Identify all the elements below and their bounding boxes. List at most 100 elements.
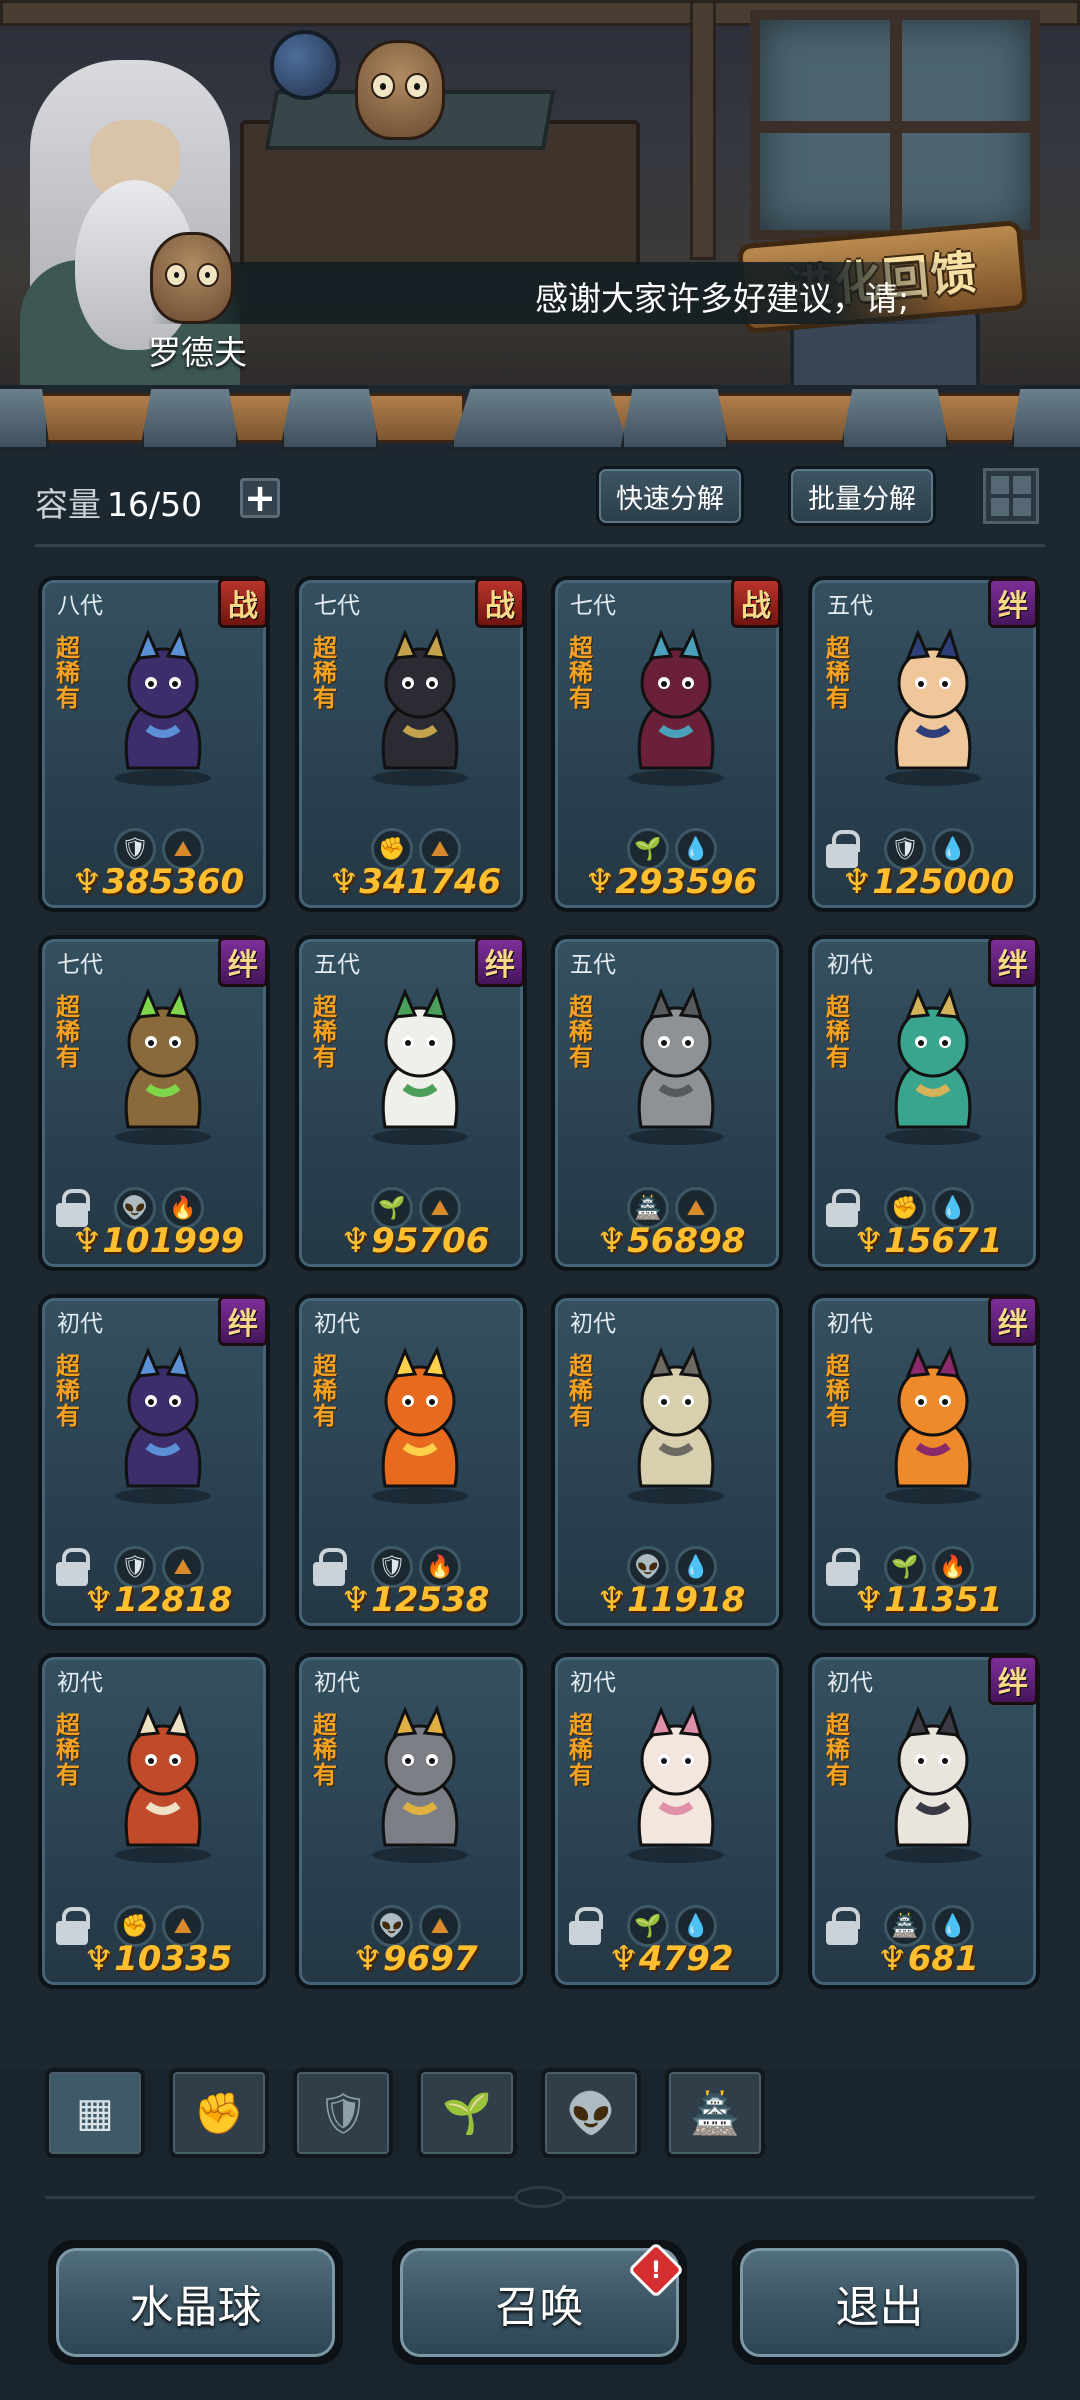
- quick-decompose-button[interactable]: 快速分解: [596, 466, 744, 526]
- generation-label: 初代: [570, 1311, 616, 1337]
- creature-card[interactable]: 五代 超稀有绊 🛡 💧 ♆125000: [808, 576, 1040, 912]
- wall-beam: [690, 0, 716, 260]
- generation-label: 初代: [827, 1311, 873, 1337]
- shield-filter-tab[interactable]: 🛡: [293, 2068, 393, 2158]
- rarity-label: 超稀有: [826, 1352, 850, 1430]
- generation-label: 五代: [827, 593, 873, 619]
- generation-label: 初代: [314, 1311, 360, 1337]
- creature-portrait: [115, 1346, 211, 1504]
- power-value: ♆11351: [853, 1580, 1003, 1620]
- alien-icon: 👽: [566, 2090, 616, 2137]
- creature-portrait: [628, 1346, 724, 1504]
- bond-badge: 绊: [988, 578, 1038, 628]
- creature-portrait: [372, 628, 468, 786]
- rarity-label: 超稀有: [313, 993, 337, 1071]
- plus-icon: +: [244, 476, 276, 520]
- rarity-label: 超稀有: [56, 634, 80, 712]
- creature-card[interactable]: 初代 超稀有绊 🏯 💧 ♆681: [808, 1653, 1040, 1989]
- bond-badge: 绊: [988, 1655, 1038, 1705]
- bond-badge: 绊: [988, 937, 1038, 987]
- creature-portrait: [372, 987, 468, 1145]
- tower-filter-tab[interactable]: 🏯: [665, 2068, 765, 2158]
- generation-label: 七代: [570, 593, 616, 619]
- exit-label: 退出: [835, 2281, 924, 2333]
- creature-card[interactable]: 初代 超稀有 ✊ ⛰ ♆10335: [38, 1653, 270, 1989]
- rarity-label: 超稀有: [313, 1352, 337, 1430]
- creature-card[interactable]: 初代 超稀有绊 🌱 🔥 ♆11351: [808, 1294, 1040, 1630]
- power-value: ♆681: [877, 1939, 979, 1979]
- summon-label: 召唤: [495, 2281, 584, 2333]
- creature-card[interactable]: 初代 超稀有 🛡 🔥 ♆12538: [295, 1294, 527, 1630]
- rarity-label: 超稀有: [569, 1711, 593, 1789]
- creature-card[interactable]: 八代 超稀有战 🛡 ⛰ ♆385360: [38, 576, 270, 912]
- crystal-ball-label: 水晶球: [129, 2281, 262, 2333]
- creature-portrait: [885, 1705, 981, 1863]
- rarity-label: 超稀有: [826, 993, 850, 1071]
- generation-label: 八代: [57, 593, 103, 619]
- bond-badge: 绊: [988, 1296, 1038, 1346]
- power-value: ♆4792: [608, 1939, 734, 1979]
- power-value: ♆15671: [853, 1221, 1003, 1261]
- window: [750, 10, 1040, 240]
- alien-filter-tab[interactable]: 👽: [541, 2068, 641, 2158]
- generation-label: 五代: [570, 952, 616, 978]
- divider-ornament: [514, 2186, 566, 2208]
- power-value: ♆12538: [340, 1580, 490, 1620]
- header-divider: [35, 544, 1045, 547]
- crystal-ball-button[interactable]: 水晶球: [48, 2240, 343, 2365]
- generation-label: 初代: [57, 1670, 103, 1696]
- creature-portrait: [372, 1346, 468, 1504]
- power-value: ♆56898: [596, 1221, 746, 1261]
- power-value: ♆12818: [83, 1580, 233, 1620]
- shield-icon: 🛡: [317, 2090, 369, 2137]
- speaker-name: 罗德夫: [148, 333, 247, 372]
- generation-label: 初代: [314, 1670, 360, 1696]
- rarity-label: 超稀有: [826, 1711, 850, 1789]
- leaf-filter-tab[interactable]: 🌱: [417, 2068, 517, 2158]
- generation-label: 五代: [314, 952, 360, 978]
- batch-decompose-button[interactable]: 批量分解: [788, 466, 936, 526]
- expand-capacity-button[interactable]: +: [240, 478, 280, 518]
- battle-badge: 战: [475, 578, 525, 628]
- creature-card[interactable]: 七代 超稀有战 ✊ ⛰ ♆341746: [295, 576, 527, 912]
- announcement-ticker: 感谢大家许多好建议，请;: [150, 262, 950, 324]
- creature-card[interactable]: 初代 超稀有 👽 ⛰ ♆9697: [295, 1653, 527, 1989]
- bond-badge: 绊: [475, 937, 525, 987]
- creature-portrait: [115, 987, 211, 1145]
- creature-card[interactable]: 七代 超稀有绊 👽 🔥 ♆101999: [38, 935, 270, 1271]
- capacity-label: 容量: [35, 485, 101, 524]
- power-value: ♆95706: [340, 1221, 490, 1261]
- rarity-label: 超稀有: [56, 993, 80, 1071]
- creature-portrait: [628, 987, 724, 1145]
- tower-icon: 🏯: [690, 2090, 740, 2137]
- creature-card[interactable]: 七代 超稀有战 🌱 💧 ♆293596: [551, 576, 783, 912]
- creature-card[interactable]: 初代 超稀有绊 🛡 ⛰ ♆12818: [38, 1294, 270, 1630]
- capacity-value: 16/50: [107, 485, 203, 524]
- rarity-label: 超稀有: [569, 1352, 593, 1430]
- fist-filter-tab[interactable]: ✊: [169, 2068, 269, 2158]
- power-value: ♆9697: [352, 1939, 478, 1979]
- rarity-label: 超稀有: [313, 1711, 337, 1789]
- battle-badge: 战: [218, 578, 268, 628]
- rarity-label: 超稀有: [569, 993, 593, 1071]
- all-icon: ▦: [76, 2090, 114, 2136]
- rarity-label: 超稀有: [56, 1352, 80, 1430]
- bond-badge: 绊: [218, 1296, 268, 1346]
- all-filter-tab[interactable]: ▦: [45, 2068, 145, 2158]
- creature-card[interactable]: 五代 超稀有 🏯 ⛰ ♆56898: [551, 935, 783, 1271]
- plank-divider: [0, 385, 1080, 455]
- creature-card[interactable]: 初代 超稀有绊 ✊ 💧 ♆15671: [808, 935, 1040, 1271]
- capacity-display: 容量 16/50: [35, 478, 202, 526]
- creature-card[interactable]: 初代 超稀有 👽 💧 ♆11918: [551, 1294, 783, 1630]
- creature-card[interactable]: 初代 超稀有 🌱 💧 ♆4792: [551, 1653, 783, 1989]
- power-value: ♆10335: [83, 1939, 233, 1979]
- grid-view-icon[interactable]: [983, 468, 1039, 524]
- power-value: ♆101999: [71, 1221, 245, 1261]
- exit-button[interactable]: 退出: [732, 2240, 1027, 2365]
- creature-card[interactable]: 五代 超稀有绊 🌱 ⛰ ♆95706: [295, 935, 527, 1271]
- power-value: ♆385360: [71, 862, 245, 902]
- rarity-label: 超稀有: [313, 634, 337, 712]
- rarity-label: 超稀有: [826, 634, 850, 712]
- generation-label: 初代: [57, 1311, 103, 1337]
- rarity-label: 超稀有: [569, 634, 593, 712]
